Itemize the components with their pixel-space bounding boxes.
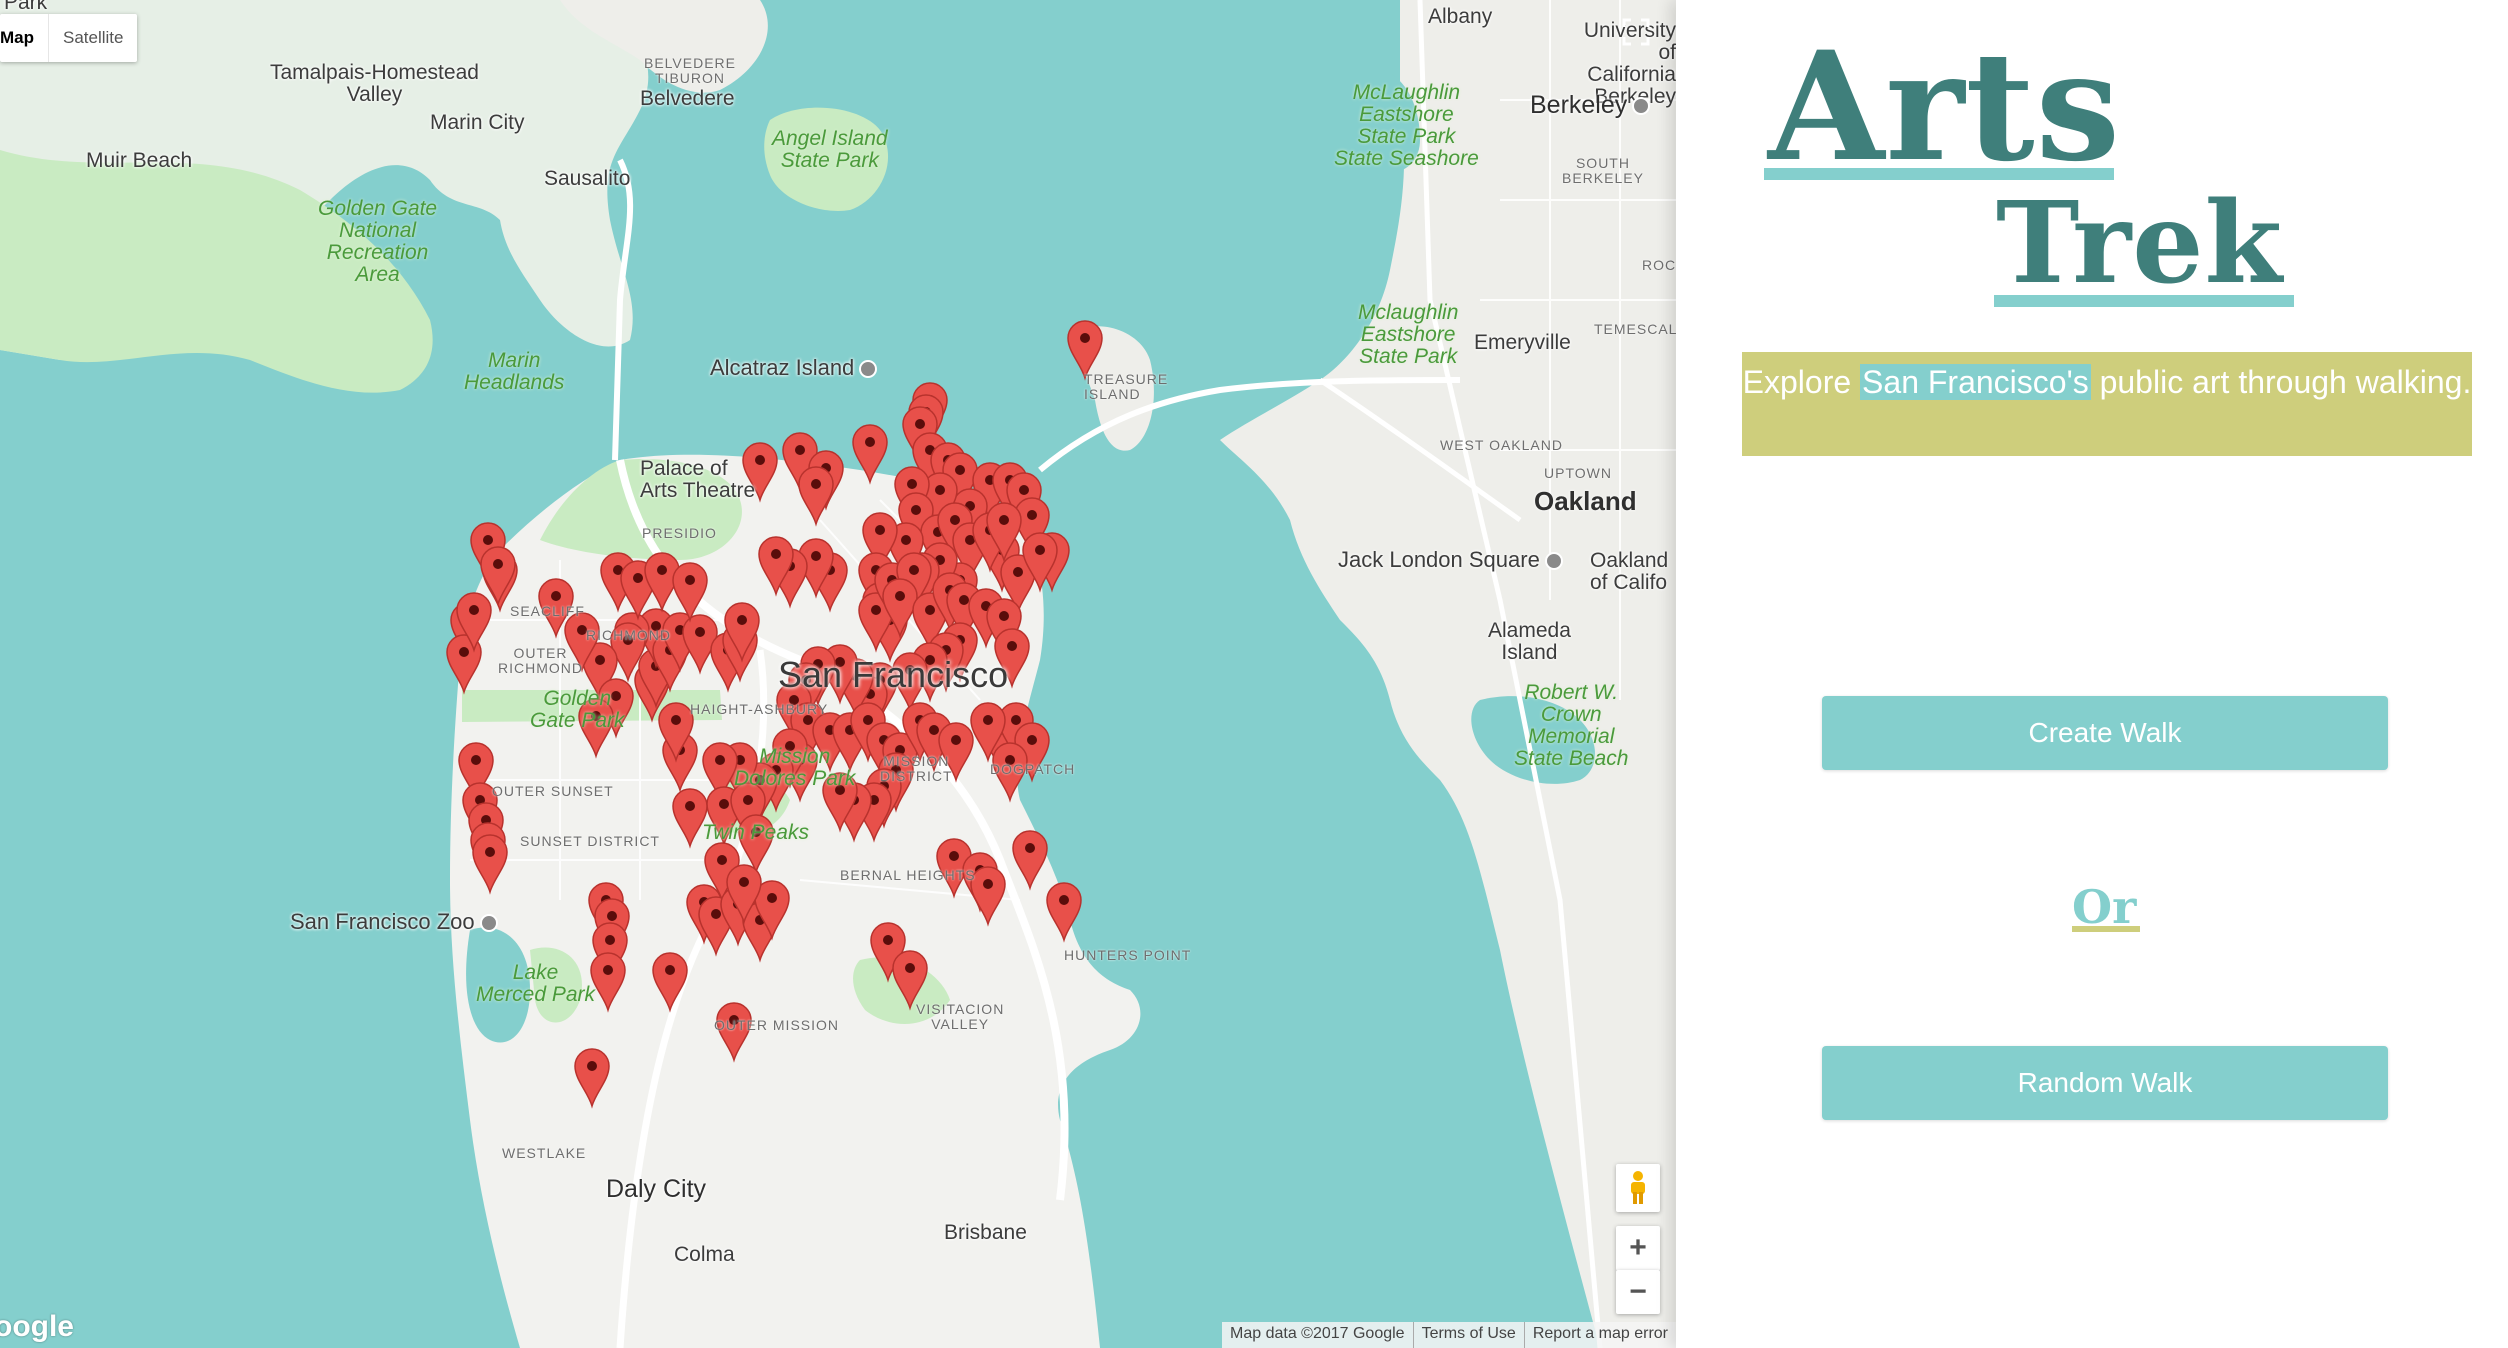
label-alameda: Alameda Island — [1488, 619, 1571, 665]
label-emeryville: Emeryville — [1474, 331, 1571, 354]
label-golden-gate-nra: Golden Gate National Recreation Area — [318, 197, 438, 287]
label-visitacion-valley: VISITACION VALLEY — [916, 1001, 1005, 1032]
zoom-out-button[interactable]: − — [1616, 1270, 1660, 1314]
label-sf-zoo: San Francisco Zoo — [290, 910, 498, 933]
label-mclaughlin-2: Mclaughlin Eastshore State Park — [1358, 301, 1459, 369]
label-temescal: TEMESCAL — [1594, 321, 1676, 337]
label-rock: ROCK — [1642, 257, 1676, 273]
title-trek-underline — [1994, 295, 2294, 307]
label-jack-london: Jack London Square — [1338, 548, 1563, 571]
label-south-berkeley: SOUTH BERKELEY — [1562, 155, 1644, 186]
label-hunters-point: HUNTERS POINT — [1064, 947, 1192, 963]
label-muir-beach: Muir Beach — [86, 149, 193, 172]
poi-icon — [859, 360, 878, 379]
label-angel-island: Angel Island State Park — [772, 127, 888, 173]
title-trek: Trek — [1996, 178, 2284, 309]
label-sunset-district: SUNSET DISTRICT — [520, 833, 660, 849]
east-bay-land — [1220, 0, 1676, 1348]
google-logo: oogle — [0, 1310, 74, 1343]
label-belvedere-tiburon: BELVEDERE TIBURON — [644, 55, 736, 86]
label-mclaughlin-1: McLaughlin Eastshore State Park State Se… — [1334, 81, 1479, 171]
label-park: Park — [4, 0, 48, 14]
tagline-after: public art through walking. — [2090, 364, 2472, 400]
label-outer-richmond: OUTER RICHMOND — [498, 645, 583, 676]
label-colma: Colma — [674, 1243, 735, 1266]
label-westlake: WESTLAKE — [502, 1145, 587, 1161]
label-oakland-univ: Oakland of Califo — [1590, 549, 1669, 595]
label-mission-dolores: Mission Dolores Park — [734, 745, 856, 791]
tagline-highlight: San Francisco's — [1860, 364, 2091, 400]
label-mission-district: MISSION DISTRICT — [880, 753, 953, 784]
label-lake-merced: Lake Merced Park — [476, 961, 596, 1007]
tagline: Explore San Francisco's public art throu… — [1742, 352, 2472, 456]
map-attribution: Map data ©2017 Google Terms of Use Repor… — [1222, 1322, 1676, 1348]
zoom-in-button[interactable]: + — [1616, 1226, 1660, 1271]
terms-of-use-link[interactable]: Terms of Use — [1412, 1322, 1524, 1348]
label-san-francisco: San Francisco — [778, 654, 1009, 695]
label-marin-city: Marin City — [430, 111, 525, 134]
side-panel: Arts Trek Explore San Francisco's public… — [1676, 0, 2508, 1348]
label-outer-mission: OUTER MISSION — [714, 1017, 840, 1033]
label-twin-peaks: Twin Peaks — [702, 821, 809, 844]
poi-icon — [1632, 97, 1651, 116]
title-arts: Arts — [1768, 19, 2122, 195]
label-haight-ashbury: HAIGHT-ASHBURY — [690, 701, 829, 717]
map-type-map-button[interactable]: Map — [0, 14, 48, 62]
label-daly-city: Daly City — [606, 1175, 707, 1203]
report-map-error-link[interactable]: Report a map error — [1523, 1322, 1676, 1348]
street-view-pegman-icon — [1631, 1171, 1645, 1204]
label-alcatraz: Alcatraz Island — [710, 356, 878, 379]
map-type-control[interactable]: Map Satellite — [0, 14, 138, 62]
label-uptown: UPTOWN — [1544, 465, 1612, 481]
fullscreen-icon — [1622, 18, 1650, 46]
label-golden-gate-park: Golden Gate Park — [530, 687, 625, 733]
attribution-map-data: Map data ©2017 Google — [1230, 1325, 1405, 1342]
label-brisbane: Brisbane — [944, 1221, 1027, 1244]
label-bernal-heights: BERNAL HEIGHTS — [840, 867, 976, 883]
label-tamalpais: Tamalpais-Homestead Valley — [270, 61, 479, 107]
label-dogpatch: DOGPATCH — [990, 761, 1076, 777]
poi-icon — [479, 914, 498, 933]
map-type-satellite-button[interactable]: Satellite — [48, 14, 137, 62]
random-walk-button[interactable]: Random Walk — [1822, 1046, 2388, 1120]
label-belvedere: Belvedere — [640, 87, 735, 110]
label-west-oakland: WEST OAKLAND — [1440, 437, 1563, 453]
map[interactable]: Park Tamalpais-Homestead Valley Marin Ci… — [0, 0, 1676, 1348]
label-presidio: PRESIDIO — [642, 525, 717, 541]
label-sausalito: Sausalito — [544, 167, 631, 190]
poi-icon — [1544, 552, 1563, 571]
street-view-pegman-button[interactable] — [1616, 1164, 1660, 1212]
label-outer-sunset: OUTER SUNSET — [492, 783, 614, 799]
label-albany: Albany — [1428, 5, 1493, 28]
label-oakland: Oakland — [1534, 486, 1637, 516]
label-robert-crown: Robert W. Crown Memorial State Beach — [1514, 681, 1629, 771]
fullscreen-button[interactable] — [1614, 10, 1658, 54]
or-underline — [2072, 926, 2140, 932]
label-treasure-island: TREASURE ISLAND — [1084, 371, 1169, 402]
label-marin-headlands: Marin Headlands — [464, 349, 565, 395]
label-palace-fine-arts: Palace of Arts Theatre — [640, 457, 756, 503]
label-seacliff: SEACLIFF — [510, 603, 585, 619]
create-walk-button[interactable]: Create Walk — [1822, 696, 2388, 770]
label-berkeley: Berkeley — [1530, 92, 1651, 118]
tagline-before: Explore — [1742, 364, 1861, 400]
label-richmond: RICHMOND — [586, 627, 671, 643]
